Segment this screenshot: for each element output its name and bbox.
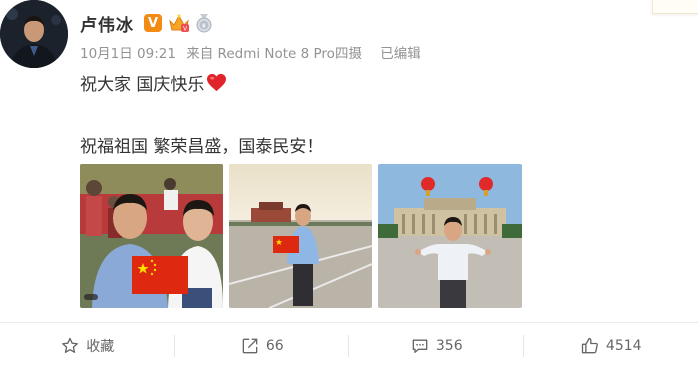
medal-badge-icon[interactable]: ♛ xyxy=(195,13,213,33)
post-photo-3[interactable] xyxy=(378,164,522,308)
comment-icon xyxy=(412,339,428,353)
like-button[interactable]: 4514 xyxy=(524,323,698,368)
like-count: 4514 xyxy=(605,337,642,354)
avatar[interactable] xyxy=(0,0,68,68)
post-text-line-1: 祝大家 国庆快乐 xyxy=(80,70,227,95)
star-icon xyxy=(62,337,79,353)
share-arrow-icon xyxy=(242,338,258,353)
favorite-label: 收藏 xyxy=(86,338,115,355)
post-timestamp[interactable]: 10月1日 09:21 xyxy=(80,46,176,62)
author-row: 卢伟冰 V V ♛ xyxy=(80,10,213,36)
edited-label[interactable]: 已编辑 xyxy=(380,46,421,62)
comment-count: 356 xyxy=(435,337,463,354)
repost-button[interactable]: 66 xyxy=(175,323,350,368)
action-bar: 收藏 66 356 4514 xyxy=(0,323,698,368)
post-meta: 10月1日 09:21 来自 Redmi Note 8 Pro四摄 已编辑 xyxy=(80,42,427,62)
post-text-greeting: 祝大家 国庆快乐 xyxy=(80,75,205,95)
comment-button[interactable]: 356 xyxy=(349,323,524,368)
post-photo-1[interactable] xyxy=(80,164,223,308)
heart-icon xyxy=(207,73,227,92)
favorite-button[interactable]: 收藏 xyxy=(0,323,175,368)
crown-badge-icon[interactable]: V xyxy=(168,13,190,33)
post-photo-2[interactable] xyxy=(229,164,372,308)
svg-text:♛: ♛ xyxy=(201,23,206,30)
post-source: 来自 Redmi Note 8 Pro四摄 xyxy=(186,46,362,62)
corner-tab xyxy=(652,0,698,14)
repost-count: 66 xyxy=(265,337,284,354)
author-name[interactable]: 卢伟冰 xyxy=(80,11,134,36)
post-text-line-2: 祝福祖国 繁荣昌盛，国泰民安！ xyxy=(80,137,324,157)
thumbs-up-icon xyxy=(581,337,598,353)
v-badge-icon[interactable]: V xyxy=(144,14,162,32)
weibo-post-card: 卢伟冰 V V ♛ 10月1日 09:21 来自 Redmi Note 8 Pr… xyxy=(0,0,698,368)
